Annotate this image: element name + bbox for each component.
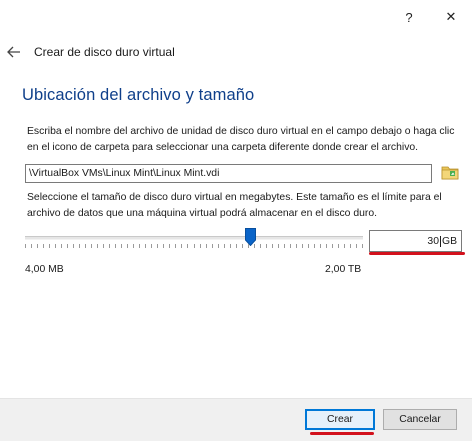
slider-tick [187,244,188,248]
slider-tick [181,244,182,248]
slider-tick [169,244,170,248]
slider-tick [49,244,50,248]
slider-tick [73,244,74,248]
slider-tick [248,244,249,248]
location-description: Escriba el nombre del archivo de unidad … [27,126,455,153]
wizard-header: Crear de disco duro virtual [6,44,175,60]
slider-tick [91,244,92,248]
size-unit: GB [439,235,457,247]
slider-tick [272,244,273,248]
title-bar-controls: ? ✕ [388,6,472,28]
slider-tick [242,244,243,248]
slider-tick [260,244,261,248]
wizard-title: Crear de disco duro virtual [34,45,175,59]
dialog-footer: Crear Cancelar [0,398,472,441]
slider-tick [37,244,38,248]
slider-tick [236,244,237,248]
slider-tick [356,244,357,248]
slider-tick [344,244,345,248]
slider-tick [139,244,140,248]
slider-tick [302,244,303,248]
slider-tick [157,244,158,248]
slider-tick [97,244,98,248]
size-input[interactable]: 30 GB [369,230,462,252]
help-button[interactable]: ? [388,6,430,28]
slider-tick [224,244,225,248]
slider-tick [43,244,44,248]
slider-tick [320,244,321,248]
size-description: Seleccione el tamaño de disco duro virtu… [27,192,442,219]
slider-tick [206,244,207,248]
slider-tick [338,244,339,248]
slider-tick [254,244,255,248]
create-button[interactable]: Crear [305,409,375,430]
slider-tick [103,244,104,248]
close-button[interactable]: ✕ [430,6,472,28]
slider-tick [230,244,231,248]
slider-tick [296,244,297,248]
create-virtual-disk-dialog: ? ✕ Crear de disco duro virtual Ubicació… [0,0,472,441]
section-heading: Ubicación del archivo y tamaño [22,86,255,104]
slider-tick [332,244,333,248]
size-value: 30 [427,235,439,247]
slider-tick [326,244,327,248]
slider-tick [308,244,309,248]
slider-tick [55,244,56,248]
slider-tick [145,244,146,248]
slider-tick [290,244,291,248]
slider-tick [121,244,122,248]
slider-tick [133,244,134,248]
cancel-button[interactable]: Cancelar [383,409,457,430]
slider-tick [350,244,351,248]
slider-tick [115,244,116,248]
slider-tick [362,244,363,248]
slider-tick [200,244,201,248]
slider-tick [266,244,267,248]
slider-tick [31,244,32,248]
slider-tick [175,244,176,248]
slider-tick [218,244,219,248]
annotation-underline-size [369,252,465,255]
slider-tick [151,244,152,248]
slider-track [25,236,363,240]
back-arrow-icon[interactable] [6,44,22,60]
slider-tick [278,244,279,248]
annotation-underline-create [310,432,374,435]
slider-min-label: 4,00 MB [25,264,64,275]
slider-tick [314,244,315,248]
slider-tick [67,244,68,248]
slider-tick [25,244,26,248]
slider-tick [163,244,164,248]
folder-icon[interactable] [440,162,460,182]
slider-tick [284,244,285,248]
slider-tick [212,244,213,248]
slider-tick [127,244,128,248]
slider-tick [194,244,195,248]
slider-tick [61,244,62,248]
slider-tick [85,244,86,248]
slider-tick [109,244,110,248]
slider-max-label: 2,00 TB [325,264,362,275]
file-path-field[interactable] [25,164,432,183]
slider-ticks [25,244,363,250]
slider-tick [79,244,80,248]
